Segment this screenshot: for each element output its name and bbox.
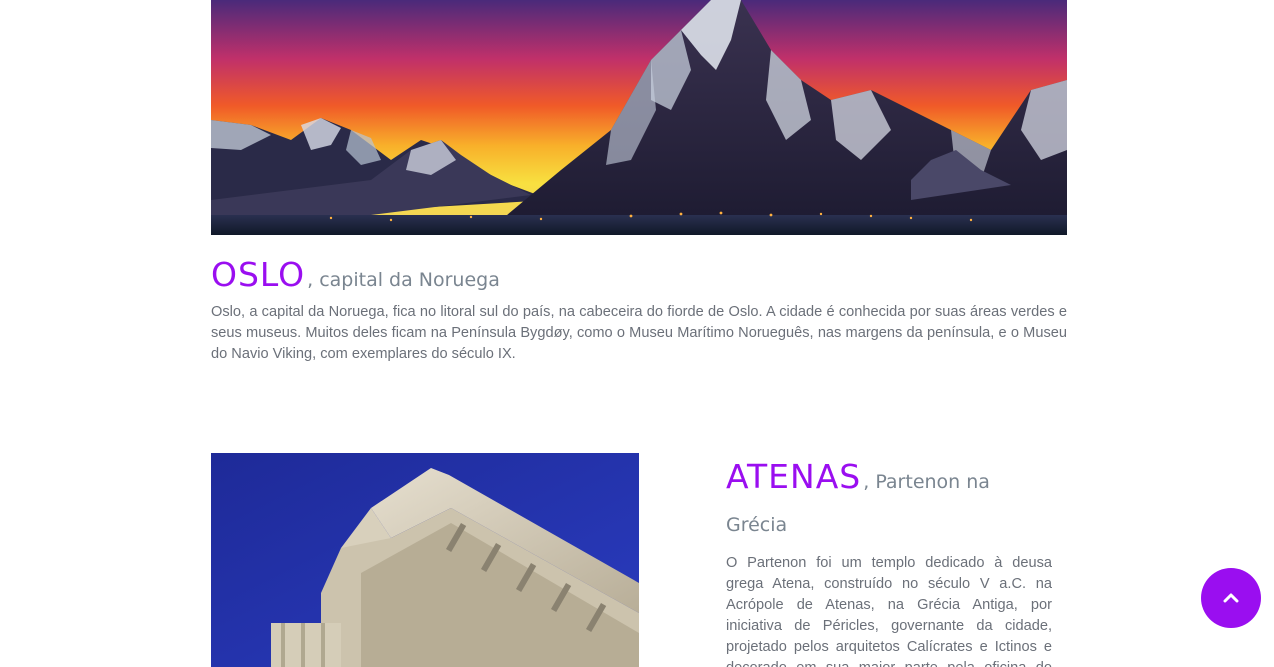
- oslo-section: OSLO , capital da Noruega Oslo, a capita…: [211, 0, 1067, 365]
- atenas-heading: ATENAS, Partenon na Grécia: [726, 455, 1052, 547]
- oslo-description: Oslo, a capital da Noruega, fica no lito…: [211, 304, 1067, 362]
- atenas-parthenon-image: [211, 453, 639, 667]
- atenas-section: ATENAS, Partenon na Grécia O Partenon fo…: [726, 455, 1052, 667]
- oslo-heading: OSLO , capital da Noruega: [211, 255, 1067, 294]
- atenas-description: O Partenon foi um templo dedicado à deus…: [726, 555, 1052, 667]
- oslo-city-name: OSLO: [211, 255, 306, 294]
- atenas-city-name: ATENAS: [726, 457, 862, 496]
- scroll-to-top-button[interactable]: [1201, 568, 1261, 628]
- oslo-mountains-image: [211, 0, 1067, 235]
- oslo-city-subtitle: , capital da Noruega: [307, 269, 500, 291]
- chevron-up-icon: [1223, 589, 1239, 608]
